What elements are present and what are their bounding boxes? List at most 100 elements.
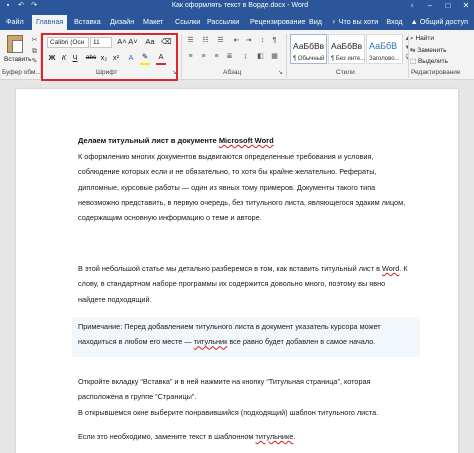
align-center-icon[interactable]: ≡: [199, 52, 208, 61]
paragraph-1: К оформлению многих документов выдвигают…: [78, 149, 405, 225]
document-heading: Делаем титульный лист в документе Micros…: [78, 136, 274, 145]
paragraph-line: расположена в группе “Страницы”.: [78, 392, 197, 402]
text-run: титульнике: [255, 432, 294, 441]
ribbon-display-icon[interactable]: ▫: [406, 1, 418, 11]
paragraph-line: слову, в стандартном наборе программы их…: [78, 279, 386, 289]
paragraph-dialog-launcher-icon[interactable]: ↘: [276, 69, 285, 78]
styles-group-label: Стили: [336, 69, 355, 76]
copy-icon[interactable]: ⧉: [30, 47, 39, 56]
text-run: В этой небольшой статье мы детально разб…: [78, 264, 382, 273]
undo-icon[interactable]: ↶: [17, 2, 25, 10]
text-run: Если это необходимо, замените текст в ша…: [78, 432, 256, 441]
paragraph-line: соблюдение которых если и не обязательно…: [78, 167, 377, 177]
replace-button[interactable]: ⇆ Заменить: [410, 46, 446, 54]
shading-icon[interactable]: ◧: [256, 52, 265, 61]
justify-icon[interactable]: ≣: [225, 52, 234, 61]
style-sample: АаБбВв: [331, 41, 363, 51]
document-area: Делаем титульный лист в документе Micros…: [0, 81, 474, 453]
cut-icon[interactable]: ✂: [30, 36, 39, 45]
select-label: Выделить: [417, 58, 448, 65]
sort-icon[interactable]: ↕: [258, 36, 267, 45]
paste-sheet-icon: [12, 40, 23, 53]
heading-word: Microsoft Word: [218, 136, 274, 145]
close-icon[interactable]: ✕: [460, 1, 472, 11]
tab-mailings[interactable]: Рассылки: [207, 17, 239, 26]
text-run: титульник: [193, 337, 228, 347]
paragraph-line: В этой небольшой статье мы детально разб…: [78, 261, 408, 276]
paragraph-line: дипломные, курсовые работы — один из явн…: [78, 182, 376, 192]
style-sample: АаБбВ: [369, 41, 398, 51]
text-run: находиться в любом его месте —: [78, 337, 194, 347]
paragraph-line: К оформлению многих документов выдвигают…: [78, 152, 374, 161]
style-heading[interactable]: АаБбВ Заголово...: [366, 34, 403, 64]
note-paragraph: Примечание: Перед добавлением титульного…: [78, 319, 381, 350]
borders-icon[interactable]: ▦: [270, 52, 279, 61]
paragraph-line: Если это необходимо, замените текст в ша…: [78, 429, 295, 444]
minimize-icon[interactable]: –: [424, 1, 436, 11]
style-normal[interactable]: АаБбВв ¶ Обычный: [290, 34, 327, 64]
paragraph-line: Примечание: Перед добавлением титульного…: [78, 322, 381, 331]
share-label: Общий доступ: [419, 17, 468, 26]
bullets-icon[interactable]: ☰: [186, 36, 195, 45]
align-right-icon[interactable]: ≡: [212, 52, 221, 61]
tell-me-label: Что вы хоти: [338, 17, 379, 26]
tab-references[interactable]: Ссылки: [175, 17, 200, 26]
clipboard-group-label: Буфер обм...: [2, 69, 41, 76]
paragraph-3: Откройте вкладку “Вставка” и в ней нажми…: [78, 374, 378, 420]
paragraph-2: В этой небольшой статье мы детально разб…: [78, 261, 408, 307]
text-run: Word: [381, 264, 400, 273]
line-spacing-icon[interactable]: ↨: [241, 52, 250, 61]
paragraph-line: находиться в любом его месте — титульник…: [78, 334, 381, 349]
find-label: Найти: [415, 35, 435, 42]
ribbon-tabs: Файл Главная Вставка Дизайн Макет Ссылки…: [0, 13, 474, 30]
title-bar: ▪ ↶ ↷ Как оформлять текст в Ворде.docx -…: [0, 0, 474, 13]
redo-icon[interactable]: ↷: [30, 2, 38, 10]
paragraph-group-label: Абзац: [223, 69, 242, 76]
style-sample: АаБбВв: [293, 41, 325, 51]
tab-file[interactable]: Файл: [6, 17, 24, 26]
share-button[interactable]: ▲ Общий доступ: [411, 17, 468, 26]
text-run: .: [293, 432, 296, 441]
style-name: ¶ Без инте...: [331, 56, 366, 62]
paragraph-line: найдете подходящий.: [78, 294, 152, 304]
paragraph-line: Откройте вкладку “Вставка” и в ней нажми…: [78, 377, 371, 386]
select-button[interactable]: ⬚ Выделить: [410, 57, 448, 65]
paragraph-line: содержащим основную информацию о теме и …: [78, 213, 262, 223]
group-separator: [286, 34, 287, 78]
multilevel-list-icon[interactable]: ☰: [216, 36, 225, 45]
text-run: . К: [399, 264, 408, 273]
save-icon[interactable]: ▪: [4, 2, 12, 10]
group-separator: [408, 34, 409, 78]
heading-text: Делаем титульный лист в документе: [78, 136, 219, 145]
format-painter-icon[interactable]: ✎: [30, 57, 39, 66]
document-page[interactable]: Делаем титульный лист в документе Micros…: [16, 89, 458, 453]
paste-label: Вставить: [4, 56, 32, 63]
tab-home[interactable]: Главная: [32, 15, 68, 30]
decrease-indent-icon[interactable]: ⇤: [232, 36, 241, 45]
replace-label: Заменить: [417, 47, 447, 54]
style-name: ¶ Обычный: [293, 56, 325, 62]
align-left-icon[interactable]: ≡: [186, 52, 195, 61]
group-separator: [181, 34, 182, 78]
tab-insert[interactable]: Вставка: [74, 17, 101, 26]
find-button[interactable]: ⌕ Найти: [410, 35, 434, 43]
style-no-spacing[interactable]: АаБбВв ¶ Без инте...: [328, 34, 365, 64]
tell-me-box[interactable]: ♀ Что вы хоти: [331, 17, 378, 26]
signin-link[interactable]: Вход: [386, 17, 402, 26]
tab-layout[interactable]: Макет: [143, 17, 163, 26]
paragraph-line: В открывшемся окне выберите понравившийс…: [78, 407, 379, 417]
paragraph-line: невозможно представить, в первую очередь…: [78, 197, 406, 207]
show-marks-icon[interactable]: ¶: [270, 36, 279, 45]
increase-indent-icon[interactable]: ⇥: [244, 36, 253, 45]
window-title: Как оформлять текст в Ворде.docx - Word: [171, 2, 309, 9]
tabs-right: ♀ Что вы хоти Вход ▲ Общий доступ: [331, 17, 468, 26]
tab-design[interactable]: Дизайн: [110, 17, 134, 26]
numbering-icon[interactable]: ☷: [201, 36, 210, 45]
maximize-icon[interactable]: □: [442, 1, 454, 11]
window-controls: ▫ – □ ✕: [406, 1, 472, 11]
tab-view[interactable]: Вид: [309, 17, 322, 26]
paste-button[interactable]: Вставить: [4, 34, 32, 66]
style-name: Заголово...: [369, 56, 400, 62]
quick-access-toolbar: ▪ ↶ ↷: [4, 2, 38, 10]
tab-review[interactable]: Рецензирование: [250, 17, 306, 26]
